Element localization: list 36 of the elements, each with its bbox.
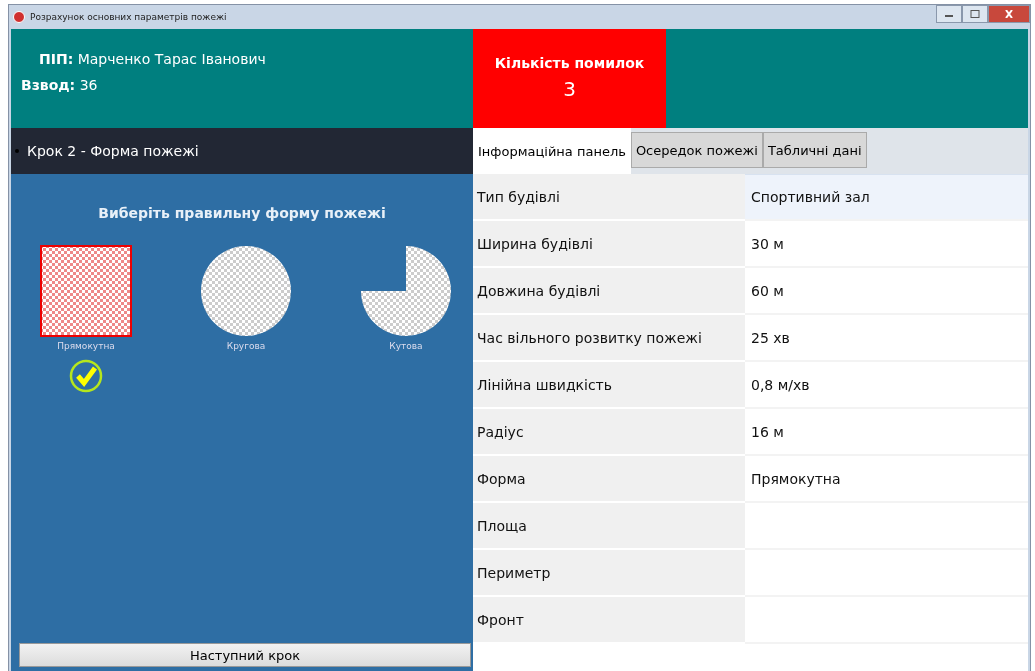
row-label-cell: Площа — [473, 503, 745, 550]
tab[interactable]: Табличні дані — [762, 132, 867, 168]
tab[interactable]: Осередок пожежі — [630, 132, 763, 168]
student-name: ПІП: Марченко Тарас Іванович — [38, 51, 267, 67]
error-count: 3 — [563, 77, 576, 101]
app-icon — [13, 11, 25, 23]
option-label: Прямокутна — [57, 341, 115, 351]
sector-shape-option[interactable] — [360, 245, 452, 337]
close-button[interactable] — [988, 5, 1030, 23]
row-label-cell: Лінійна швидкість — [473, 362, 745, 409]
maximize-button[interactable] — [962, 5, 988, 23]
window-title: Розрахунок основних параметрів пожежі — [30, 12, 228, 22]
platoon-text: Взвод: 36 — [21, 77, 99, 93]
tab[interactable]: Інформаційна панель — [473, 128, 631, 174]
option-label: Кругова — [226, 341, 266, 351]
row-label-cell: Форма — [473, 456, 745, 503]
step-title: Крок 2 - Форма пожежі — [27, 143, 199, 159]
circle-shape-option[interactable] — [200, 245, 292, 337]
row-label-cell: Ширина будівлі — [473, 221, 745, 268]
rectangle-shape-option[interactable] — [40, 245, 132, 337]
close-icon — [1004, 10, 1014, 18]
prompt-text: Виберіть правильну форму пожежі — [97, 205, 387, 221]
step-header[interactable]: Крок 2 - Форма пожежі — [11, 128, 473, 174]
error-count-label: Кількість помилок — [494, 55, 645, 71]
minimize-button[interactable] — [936, 5, 962, 23]
row-label-cell: Фронт — [473, 597, 745, 644]
maximize-icon — [970, 10, 980, 18]
row-label-cell: Довжина будівлі — [473, 268, 745, 315]
option-label: Кутова — [389, 341, 423, 351]
value-cell[interactable]: Спортивний зал — [745, 174, 1028, 221]
row-label-cell: Радіус — [473, 409, 745, 456]
row-label-cell: Тип будівлі — [473, 174, 745, 221]
next-step-button[interactable]: Наступний крок — [19, 643, 471, 667]
row-label-cell: Периметр — [473, 550, 745, 597]
bullet-icon — [15, 149, 19, 153]
row-label-cell: Час вільного розвитку пожежі — [473, 315, 745, 362]
